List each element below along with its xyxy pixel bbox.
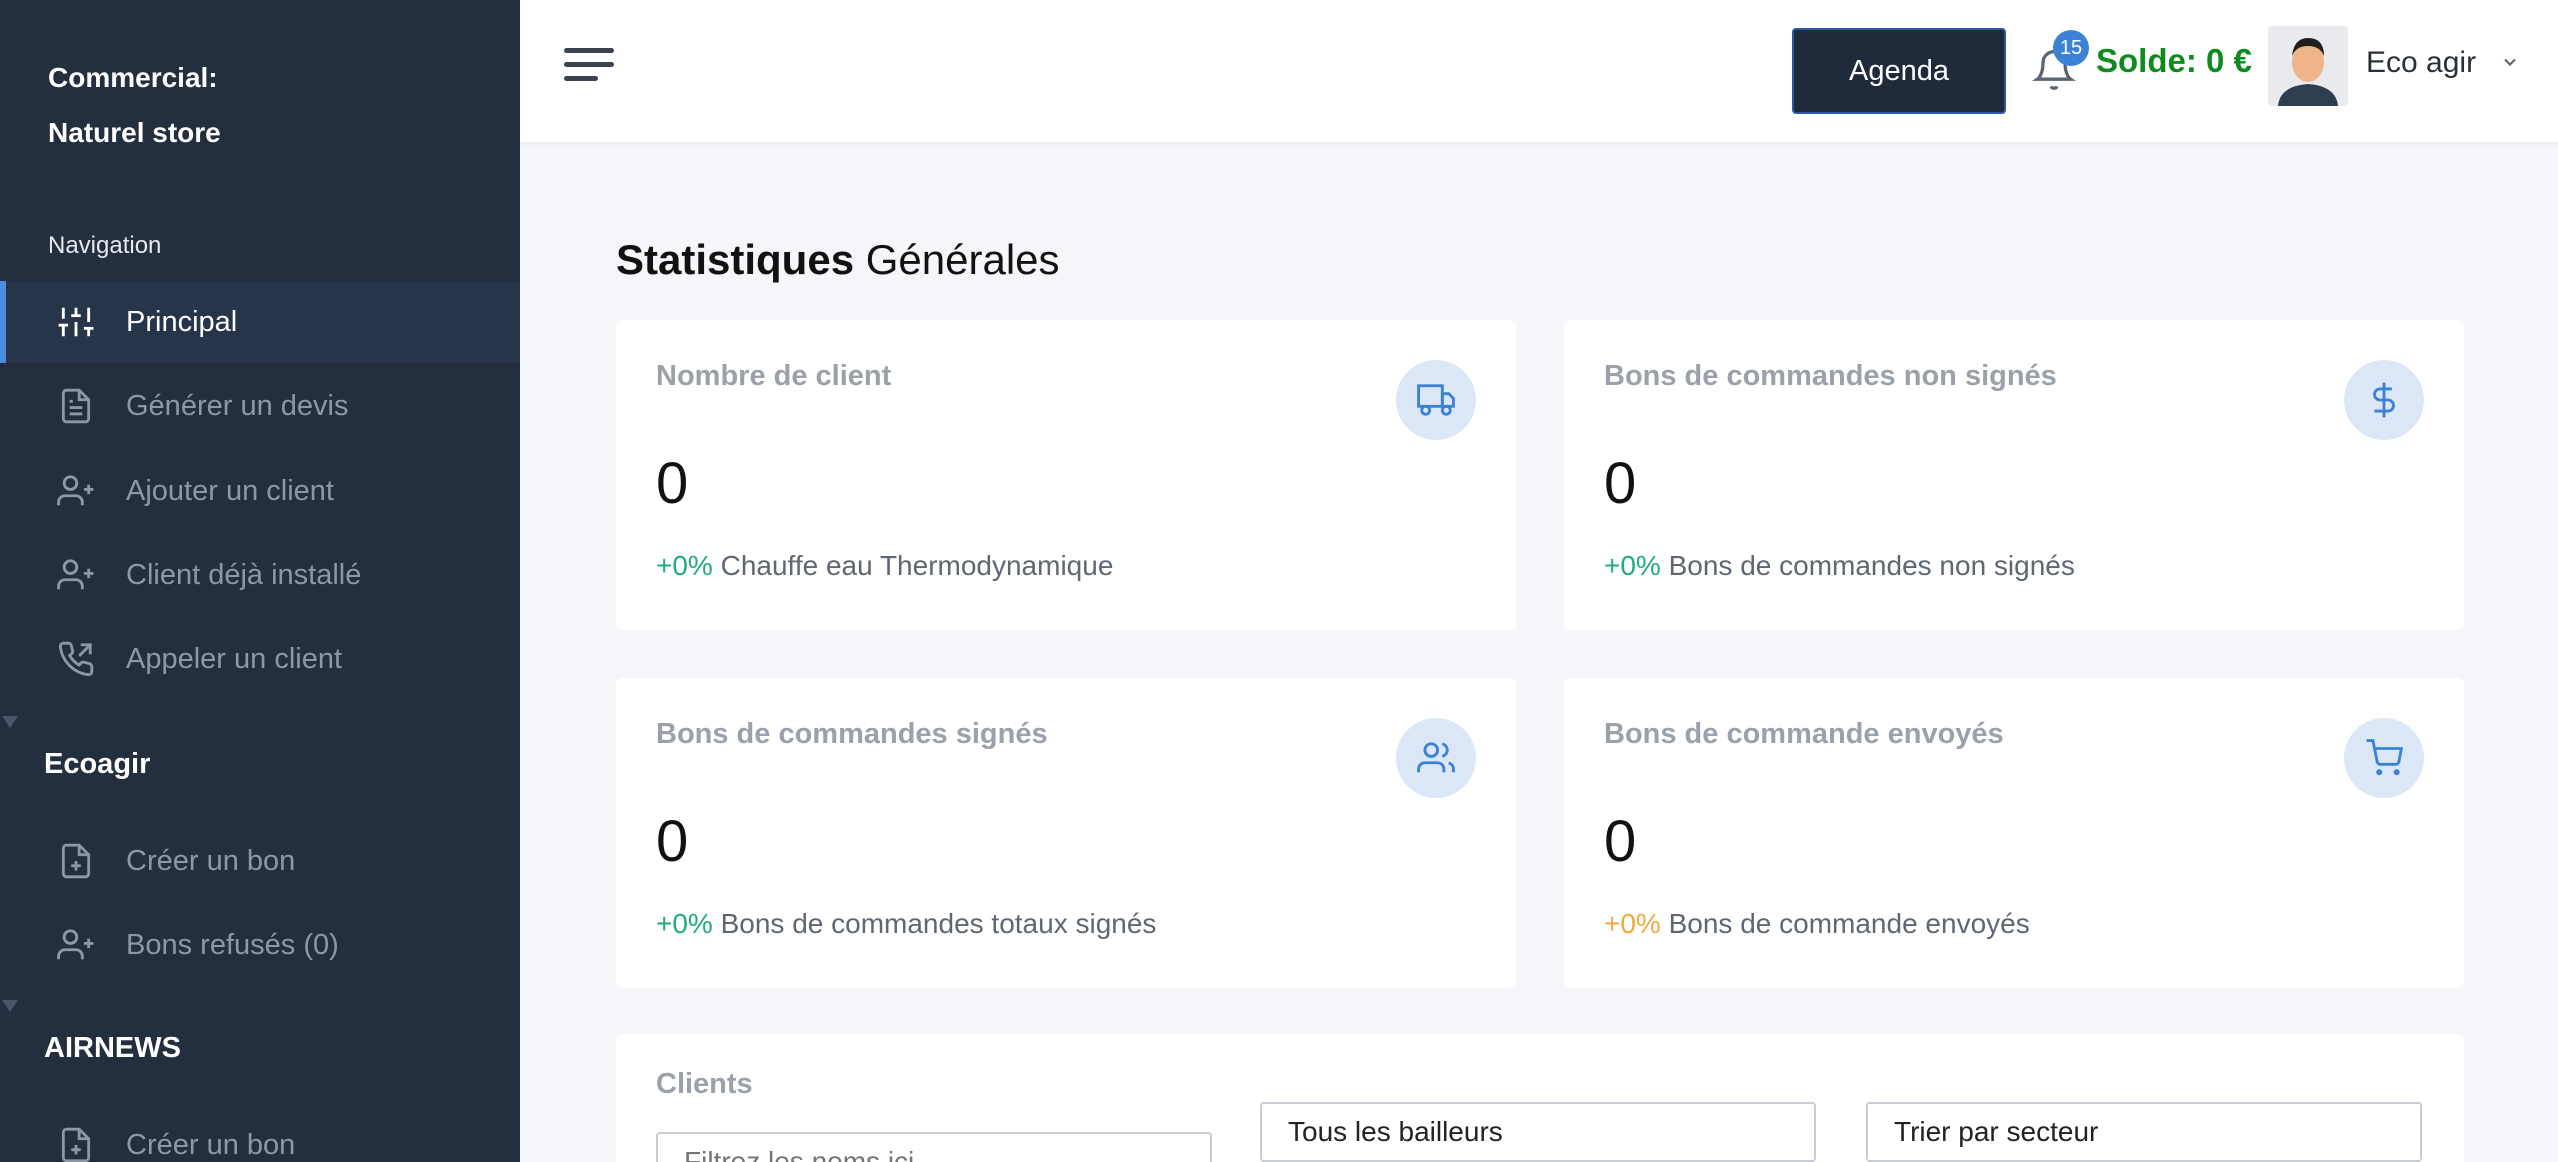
sliders-icon bbox=[56, 302, 96, 342]
card-footer: +0% Bons de commandes non signés bbox=[1604, 550, 2075, 582]
bailleurs-select[interactable]: Tous les bailleurs bbox=[1260, 1102, 1816, 1162]
user-plus-icon bbox=[56, 471, 96, 511]
sidebar-item-appeler-client[interactable]: Appeler un client bbox=[0, 618, 520, 700]
sidebar-item-ecoagir-creer-bon[interactable]: Créer un bon bbox=[0, 820, 520, 902]
card-title: Bons de commande envoyés bbox=[1604, 718, 2004, 750]
truck-icon bbox=[1396, 360, 1476, 440]
sidebar-item-label: Appeler un client bbox=[126, 642, 343, 675]
stat-card-signes: Bons de commandes signés 0 +0% Bons de c… bbox=[616, 678, 1516, 988]
card-value: 0 bbox=[1604, 451, 1637, 516]
document-icon bbox=[56, 386, 96, 426]
card-footer-text: Chauffe eau Thermodynamique bbox=[712, 550, 1114, 581]
brand: Commercial: Naturel store bbox=[48, 50, 221, 160]
clients-title: Clients bbox=[656, 1068, 753, 1100]
notification-badge: 15 bbox=[2053, 30, 2089, 66]
brand-line-2: Naturel store bbox=[48, 117, 221, 148]
stat-card-non-signes: Bons de commandes non signés 0 +0% Bons … bbox=[1564, 320, 2464, 630]
file-plus-icon bbox=[56, 1125, 96, 1162]
avatar-image bbox=[2268, 26, 2348, 106]
section-caret-icon[interactable] bbox=[2, 1000, 18, 1012]
cart-icon bbox=[2344, 718, 2424, 798]
sidebar-item-label: Générer un devis bbox=[126, 389, 349, 422]
card-title: Bons de commandes non signés bbox=[1604, 360, 2057, 392]
card-pct: +0% bbox=[656, 550, 713, 581]
section-title-ecoagir: Ecoagir bbox=[44, 748, 151, 780]
hamburger-menu-icon[interactable] bbox=[564, 48, 614, 90]
page-title-rest: Générales bbox=[854, 236, 1060, 283]
topbar: Agenda 15 Solde: 0 € Eco agir bbox=[520, 0, 2558, 142]
brand-line-1: Commercial: bbox=[48, 62, 218, 93]
sidebar-item-label: Créer un bon bbox=[126, 1128, 296, 1161]
card-footer: +0% Chauffe eau Thermodynamique bbox=[656, 550, 1113, 582]
card-value: 0 bbox=[656, 451, 689, 516]
card-title: Nombre de client bbox=[656, 360, 892, 392]
sidebar-item-airnews-creer-bon[interactable]: Créer un bon bbox=[0, 1104, 520, 1162]
dollar-icon bbox=[2344, 360, 2424, 440]
sidebar-item-label: Client déjà installé bbox=[126, 558, 362, 591]
page-title: Statistiques Générales bbox=[616, 236, 1060, 284]
sidebar-item-label: Créer un bon bbox=[126, 844, 296, 877]
card-pct: +0% bbox=[1604, 550, 1661, 581]
user-name[interactable]: Eco agir bbox=[2366, 46, 2476, 80]
card-footer-text: Bons de commandes totaux signés bbox=[712, 908, 1157, 939]
sidebar-item-principal[interactable]: Principal bbox=[0, 281, 520, 363]
sidebar: Commercial: Naturel store Navigation Pri… bbox=[0, 0, 520, 1162]
card-value: 0 bbox=[1604, 809, 1637, 874]
stat-card-clients: Nombre de client 0 +0% Chauffe eau Therm… bbox=[616, 320, 1516, 630]
file-plus-icon bbox=[56, 841, 96, 881]
card-footer-text: Bons de commande envoyés bbox=[1660, 908, 2030, 939]
agenda-button[interactable]: Agenda bbox=[1792, 28, 2006, 114]
filter-names-input[interactable] bbox=[656, 1132, 1212, 1162]
card-footer: +0% Bons de commandes totaux signés bbox=[656, 908, 1156, 940]
page-title-bold: Statistiques bbox=[616, 236, 855, 283]
card-value: 0 bbox=[656, 809, 689, 874]
section-title-airnews: AIRNEWS bbox=[44, 1032, 181, 1064]
card-title: Bons de commandes signés bbox=[656, 718, 1048, 750]
sidebar-item-bons-refuses[interactable]: Bons refusés (0) bbox=[0, 904, 520, 986]
sidebar-item-label: Bons refusés (0) bbox=[126, 928, 339, 961]
user-plus-icon bbox=[56, 555, 96, 595]
stat-card-envoyes: Bons de commande envoyés 0 +0% Bons de c… bbox=[1564, 678, 2464, 988]
sidebar-item-generer-devis[interactable]: Générer un devis bbox=[0, 365, 520, 447]
card-pct: +0% bbox=[1604, 908, 1661, 939]
sidebar-item-ajouter-client[interactable]: Ajouter un client bbox=[0, 450, 520, 532]
sidebar-item-label: Ajouter un client bbox=[126, 474, 334, 507]
phone-icon bbox=[56, 639, 96, 679]
chevron-down-icon[interactable] bbox=[2500, 52, 2520, 72]
card-footer: +0% Bons de commande envoyés bbox=[1604, 908, 2030, 940]
users-icon bbox=[1396, 718, 1476, 798]
card-footer-text: Bons de commandes non signés bbox=[1660, 550, 2075, 581]
user-plus-icon bbox=[56, 925, 96, 965]
clients-panel: Clients Tous les bailleurs Trier par sec… bbox=[616, 1034, 2464, 1162]
sidebar-item-label: Principal bbox=[126, 305, 238, 338]
avatar[interactable] bbox=[2268, 26, 2348, 106]
secteur-select[interactable]: Trier par secteur bbox=[1866, 1102, 2422, 1162]
nav-heading: Navigation bbox=[48, 232, 162, 259]
sidebar-item-client-installe[interactable]: Client déjà installé bbox=[0, 534, 520, 616]
section-caret-icon[interactable] bbox=[2, 716, 18, 728]
solde-balance: Solde: 0 € bbox=[2096, 42, 2252, 79]
card-pct: +0% bbox=[656, 908, 713, 939]
